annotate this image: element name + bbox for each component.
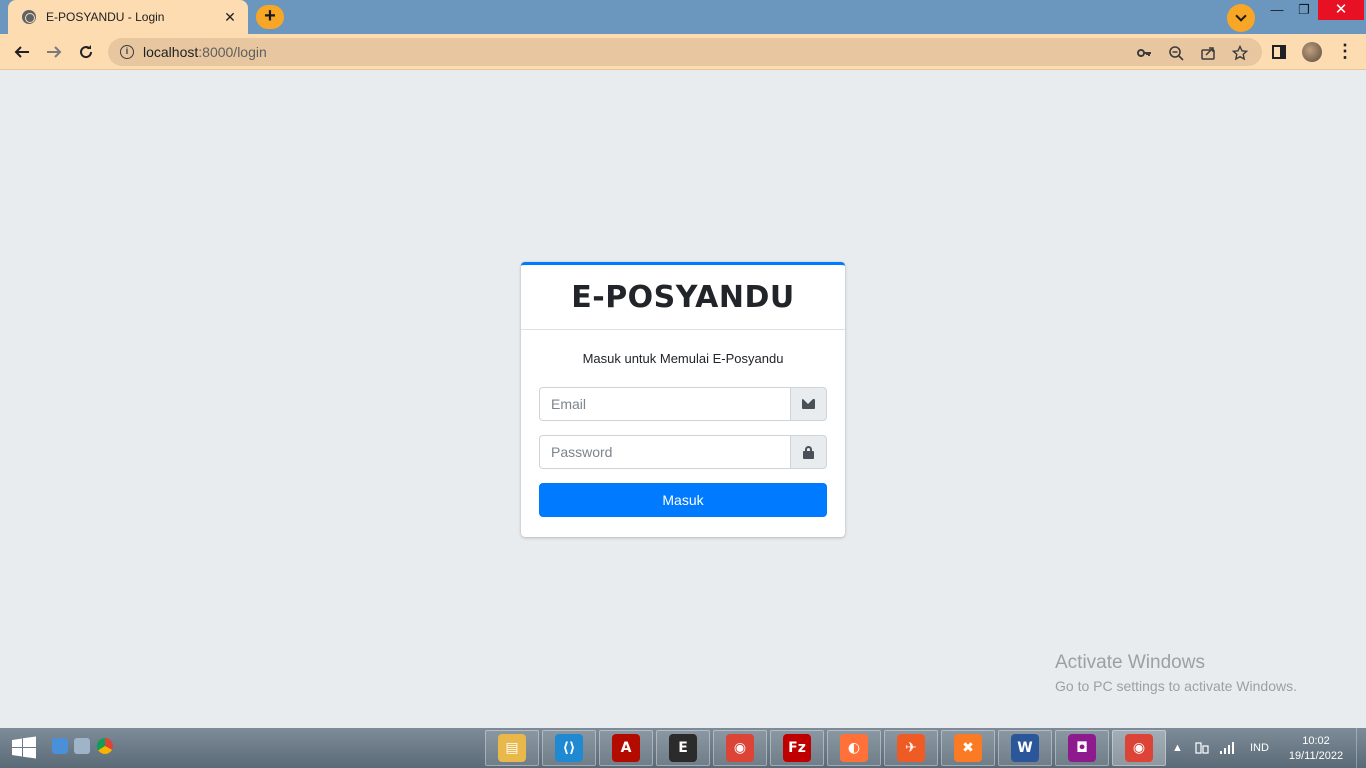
url-text: localhost:8000/login	[143, 44, 267, 60]
address-bar[interactable]: i localhost:8000/login	[108, 38, 1262, 66]
taskbar-app-xampp[interactable]: ✖	[941, 730, 995, 766]
watermark-title: Activate Windows	[1055, 652, 1205, 673]
minimize-button[interactable]: —	[1263, 0, 1291, 20]
side-panel-icon[interactable]	[1272, 45, 1286, 59]
password-input-group	[539, 435, 827, 469]
browser-tab-strip: E-POSYANDU - Login ✕ + — ❐ ✕	[0, 0, 1366, 34]
start-button[interactable]	[10, 736, 38, 760]
chrome-icon: ◉	[726, 734, 754, 762]
taskbar-app-filezilla[interactable]: Fz	[770, 730, 824, 766]
card-body: Masuk untuk Memulai E-Posyandu Masuk	[521, 330, 845, 537]
chevron-down-icon	[1235, 10, 1247, 22]
restore-button[interactable]: ❐	[1290, 0, 1318, 20]
word-icon: W	[1011, 734, 1039, 762]
watermark-subtitle: Go to PC settings to activate Windows.	[1055, 678, 1297, 694]
url-path: :8000/login	[198, 44, 267, 60]
taskbar-app-chrome[interactable]: ◉	[713, 730, 767, 766]
login-message: Masuk untuk Memulai E-Posyandu	[582, 351, 784, 366]
tab-title: E-POSYANDU - Login	[46, 10, 165, 24]
reload-button[interactable]	[72, 38, 100, 66]
key-icon[interactable]	[1136, 45, 1152, 61]
postman-icon: ✈	[897, 734, 925, 762]
windows-logo-icon	[12, 736, 36, 759]
card-header: E-POSYANDU	[521, 265, 845, 330]
filezilla-icon: Fz	[783, 734, 811, 762]
taskbar-app-vscode[interactable]: ⟨⟩	[542, 730, 596, 766]
taskbar-app-chrome-active[interactable]: ◉	[1112, 730, 1166, 766]
zoom-icon[interactable]	[1168, 45, 1184, 61]
envelope-icon	[802, 399, 815, 409]
password-field[interactable]	[539, 435, 790, 469]
taskbar-app-acrobat-reader[interactable]: A	[599, 730, 653, 766]
arrow-right-icon	[47, 46, 62, 58]
taskbar-app-postman[interactable]: ✈	[884, 730, 938, 766]
share-icon[interactable]	[1200, 45, 1216, 61]
info-icon[interactable]: i	[120, 45, 134, 59]
activate-windows-watermark: Activate Windows Go to PC settings to ac…	[1055, 652, 1297, 694]
file-explorer-icon: ▤	[498, 734, 526, 762]
clock-date: 19/11/2022	[1288, 750, 1344, 762]
reload-icon	[80, 45, 93, 59]
star-icon[interactable]	[1231, 44, 1249, 61]
clock[interactable]: 10:02 19/11/2022	[1286, 734, 1346, 764]
arrow-left-icon	[14, 46, 29, 58]
email-input-group	[539, 387, 827, 421]
login-button[interactable]: Masuk	[539, 483, 827, 517]
password-addon	[790, 435, 827, 469]
show-desktop-button[interactable]	[1356, 728, 1366, 768]
tab-close-icon[interactable]: ✕	[222, 9, 238, 26]
camera-icon: ◘	[1068, 734, 1096, 762]
email-addon	[790, 387, 827, 421]
pinned-app-icon[interactable]	[74, 738, 90, 754]
chrome-active-icon: ◉	[1125, 734, 1153, 762]
browser-tab[interactable]: E-POSYANDU - Login ✕	[8, 0, 248, 34]
taskbar-app-word[interactable]: W	[998, 730, 1052, 766]
network-icon[interactable]	[1195, 728, 1209, 768]
forward-button[interactable]	[40, 38, 68, 66]
pinned-app-icon[interactable]	[52, 738, 68, 754]
vscode-icon: ⟨⟩	[555, 734, 583, 762]
window-close-button[interactable]: ✕	[1318, 0, 1364, 20]
language-indicator[interactable]: IND	[1250, 728, 1269, 768]
xampp-icon: ✖	[954, 734, 982, 762]
login-card: E-POSYANDU Masuk untuk Memulai E-Posyand…	[521, 262, 845, 537]
new-tab-button[interactable]: +	[256, 5, 284, 29]
menu-icon[interactable]: ⋮	[1336, 40, 1354, 64]
profile-avatar[interactable]	[1302, 42, 1322, 62]
signal-icon[interactable]	[1219, 728, 1235, 768]
brand-title[interactable]: E-POSYANDU	[571, 280, 794, 315]
email-field[interactable]	[539, 387, 790, 421]
taskbar-app-firefox[interactable]: ◐	[827, 730, 881, 766]
taskbar-app-camera[interactable]: ◘	[1055, 730, 1109, 766]
url-host: localhost	[143, 44, 199, 60]
taskbar-app-file-explorer[interactable]: ▤	[485, 730, 539, 766]
pinned-chrome-icon[interactable]	[97, 738, 113, 754]
app-circle-e-icon: E	[669, 734, 697, 762]
firefox-icon: ◐	[840, 734, 868, 762]
lock-icon	[803, 445, 814, 459]
taskbar: ▤ ⟨⟩ A E ◉ Fz ◐ ✈ ✖ W ◘ ◉ ▲ IND 10:02 19/11/2022	[0, 728, 1366, 768]
clock-time: 10:02	[1302, 735, 1330, 747]
tray-chevron-icon[interactable]: ▲	[1172, 728, 1183, 768]
browser-toolbar: i localhost:8000/login ⋮	[0, 34, 1366, 70]
back-button[interactable]	[8, 38, 36, 66]
taskbar-app-app-circle-e[interactable]: E	[656, 730, 710, 766]
globe-icon	[22, 10, 36, 24]
tab-search-button[interactable]	[1227, 4, 1255, 32]
acrobat-reader-icon: A	[612, 734, 640, 762]
